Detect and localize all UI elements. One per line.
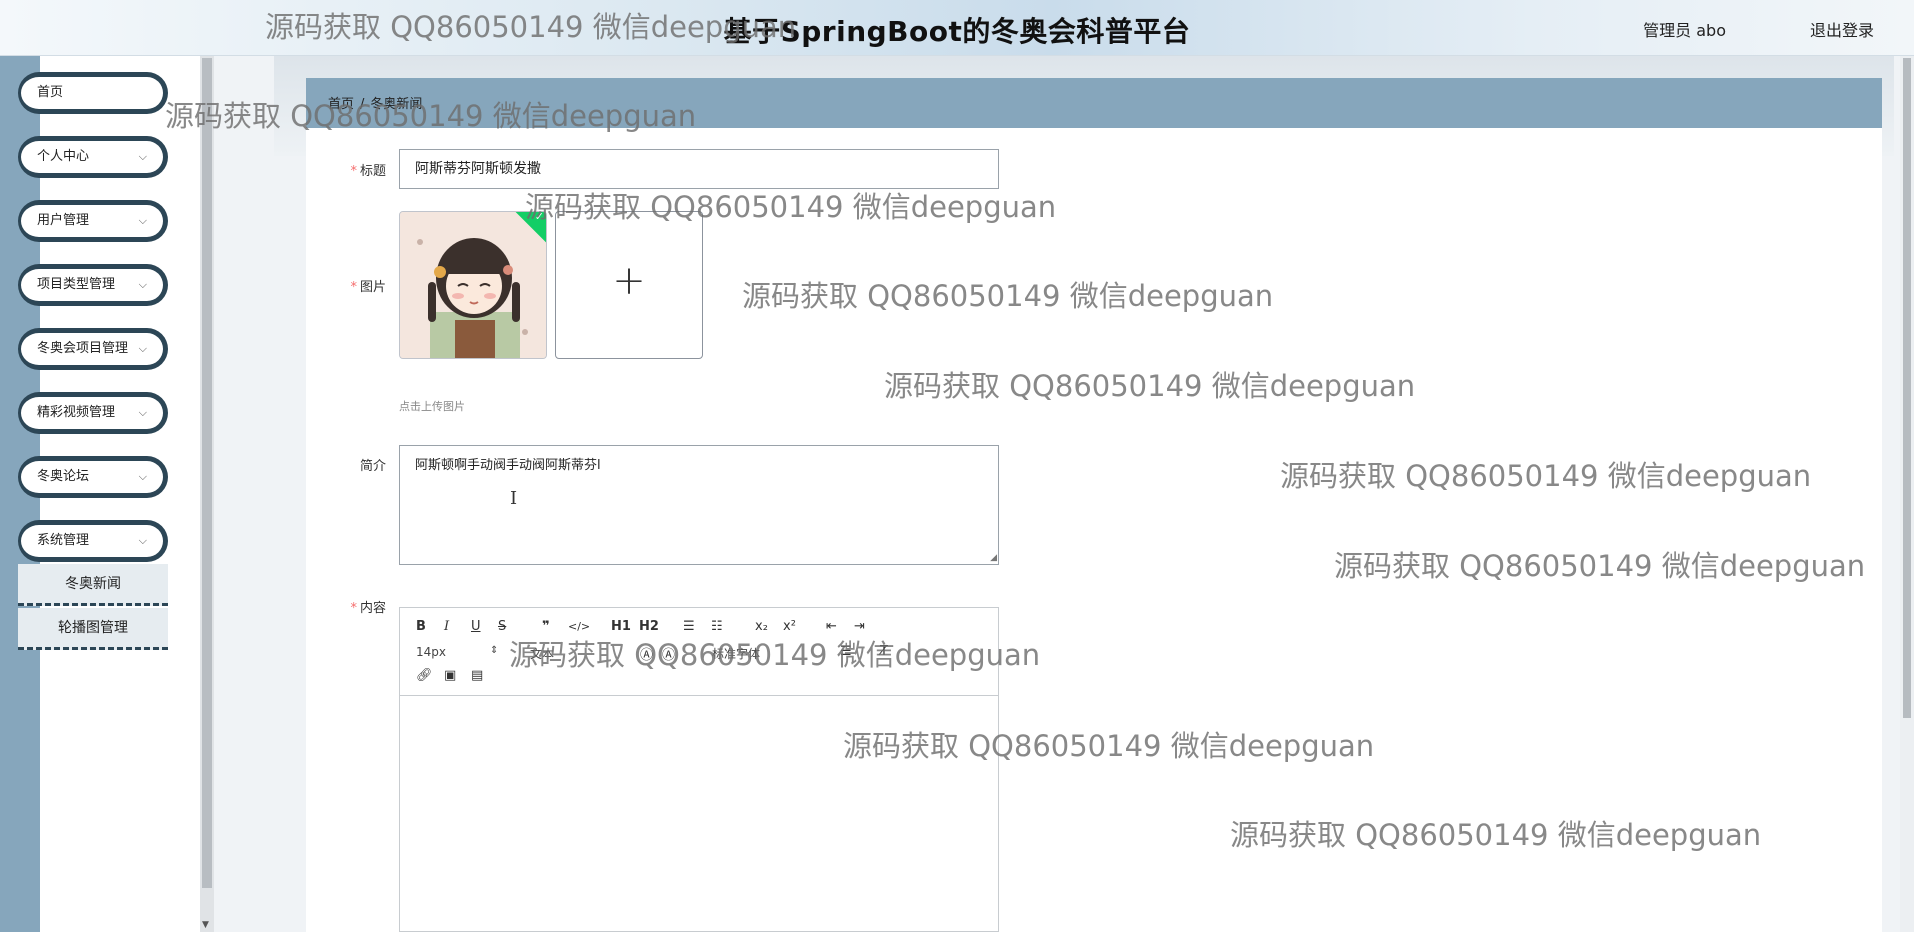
title-input[interactable]: 阿斯蒂芬阿斯顿发撒 (399, 149, 999, 189)
editor-toolbar: B I U S ❞ </> H1 H2 ☰ ☷ x₂ x² ⇤ ⇥ 14px ⇕… (400, 608, 998, 696)
outdent-button[interactable]: ⇤ (826, 619, 837, 634)
sidebar-item-label: 系统管理 (37, 533, 90, 548)
top-header: 基于SpringBoot的冬奥会科普平台 管理员 abo 退出登录 (0, 0, 1914, 56)
underline-button[interactable]: U (471, 619, 481, 634)
breadcrumb-separator: / (360, 97, 365, 112)
required-mark: * (350, 601, 357, 616)
required-mark: * (350, 164, 357, 179)
text-style-select[interactable]: 文本 (530, 645, 554, 662)
logout-link[interactable]: 退出登录 (1810, 17, 1874, 41)
sidebar-item-label: 首页 (37, 85, 64, 100)
sidebar-scrollbar[interactable]: ▼ (200, 56, 214, 932)
code-block-button[interactable]: </> (568, 620, 590, 633)
sidebar-item-label: 用户管理 (37, 213, 90, 228)
sidebar-item-label: 个人中心 (37, 149, 90, 164)
font-size-arrow-icon: ⇕ (490, 645, 499, 656)
sidebar-scroll-thumb[interactable] (202, 58, 212, 888)
sidebar-subitem-carousel[interactable]: 轮播图管理 (18, 608, 168, 650)
image-label-text: 图片 (359, 280, 386, 295)
chevron-up-icon: ⌵ (138, 534, 147, 547)
subscript-button[interactable]: x₂ (755, 619, 768, 634)
page-scroll-thumb[interactable] (1903, 58, 1911, 718)
sidebar-subitem-news[interactable]: 冬奥新闻 (18, 564, 168, 606)
intro-label-text: 简介 (359, 459, 386, 474)
content-label: * 内容 (326, 597, 386, 616)
image-icon[interactable]: ▣ (444, 668, 456, 683)
sidebar-item-label: 冬奥论坛 (37, 469, 90, 484)
clear-format-icon[interactable]: T̸ (880, 644, 888, 659)
chevron-down-icon: ⌵ (138, 214, 147, 227)
chevron-down-icon: ⌵ (138, 342, 147, 355)
chevron-down-icon: ⌵ (138, 150, 147, 163)
text-cursor-icon: I (510, 488, 518, 509)
font-color-icon[interactable]: Ⓐ (640, 644, 653, 663)
sidebar: 首页 个人中心 ⌵ 用户管理 ⌵ 项目类型管理 ⌵ 冬奥会项目管理 ⌵ 精彩视频… (0, 56, 214, 932)
rich-text-editor[interactable]: B I U S ❞ </> H1 H2 ☰ ☷ x₂ x² ⇤ ⇥ 14px ⇕… (399, 607, 999, 932)
plus-icon: + (612, 258, 646, 304)
scroll-down-arrow-icon[interactable]: ▼ (202, 920, 209, 930)
breadcrumb-home[interactable]: 首页 (328, 97, 354, 112)
image-upload-button[interactable]: + (555, 211, 703, 359)
required-mark: * (350, 280, 357, 295)
sidebar-item-olympic-projects[interactable]: 冬奥会项目管理 ⌵ (18, 328, 168, 370)
align-icon[interactable]: ☰ (840, 644, 852, 659)
link-icon[interactable]: 🔗︎ (416, 668, 433, 683)
intro-textarea[interactable]: 阿斯顿啊手动阀手动阀阿斯蒂芬l ◢ (399, 445, 999, 565)
title-label-text: 标题 (359, 164, 386, 179)
chevron-down-icon: ⌵ (138, 278, 147, 291)
breadcrumb-bar (306, 78, 1882, 128)
breadcrumb-current: 冬奥新闻 (370, 97, 423, 112)
app-title: 基于SpringBoot的冬奥会科普平台 (723, 15, 1191, 48)
background-color-icon[interactable]: Ⓐ (662, 644, 675, 663)
girl-illustration-image (400, 212, 546, 358)
chevron-down-icon: ⌵ (138, 406, 147, 419)
sidebar-item-label: 冬奥会项目管理 (37, 341, 129, 356)
font-size-select[interactable]: 14px (416, 645, 446, 659)
indent-button[interactable]: ⇥ (854, 619, 865, 634)
title-label: * 标题 (326, 160, 386, 179)
uploaded-image-thumbnail[interactable]: ✓ (399, 211, 547, 359)
check-icon: ✓ (534, 211, 544, 224)
current-user: 管理员 abo (1643, 21, 1726, 40)
sidebar-item-videos[interactable]: 精彩视频管理 ⌵ (18, 392, 168, 434)
italic-button[interactable]: I (444, 619, 449, 634)
heading1-button[interactable]: H1 (611, 619, 631, 634)
ordered-list-button[interactable]: ☰ (683, 619, 695, 634)
image-label: * 图片 (326, 276, 386, 295)
breadcrumb: 首页 / 冬奥新闻 (328, 93, 422, 112)
bullet-list-button[interactable]: ☷ (711, 619, 723, 634)
sidebar-item-forum[interactable]: 冬奥论坛 ⌵ (18, 456, 168, 498)
sidebar-item-label: 精彩视频管理 (37, 405, 116, 420)
video-icon[interactable]: ▤ (471, 668, 483, 683)
sidebar-item-profile[interactable]: 个人中心 ⌵ (18, 136, 168, 178)
upload-tip: 点击上传图片 (399, 400, 465, 413)
strike-button[interactable]: S (498, 619, 506, 634)
sidebar-item-users[interactable]: 用户管理 ⌵ (18, 200, 168, 242)
heading2-button[interactable]: H2 (639, 619, 659, 634)
bold-button[interactable]: B (416, 619, 426, 634)
content-label-text: 内容 (359, 601, 386, 616)
intro-label: 简介 (326, 455, 386, 474)
sidebar-item-project-types[interactable]: 项目类型管理 ⌵ (18, 264, 168, 306)
resize-handle-icon[interactable]: ◢ (990, 553, 997, 563)
superscript-button[interactable]: x² (783, 619, 796, 634)
page-scrollbar[interactable] (1900, 56, 1914, 932)
font-family-select[interactable]: 标准字体 (712, 645, 760, 662)
sidebar-item-label: 项目类型管理 (37, 277, 116, 292)
intro-text: 阿斯顿啊手动阀手动阀阿斯蒂芬l (415, 458, 601, 473)
sidebar-item-system[interactable]: 系统管理 ⌵ (18, 520, 168, 562)
sidebar-item-home[interactable]: 首页 (18, 72, 168, 114)
chevron-down-icon: ⌵ (138, 470, 147, 483)
blockquote-button[interactable]: ❞ (542, 619, 550, 634)
